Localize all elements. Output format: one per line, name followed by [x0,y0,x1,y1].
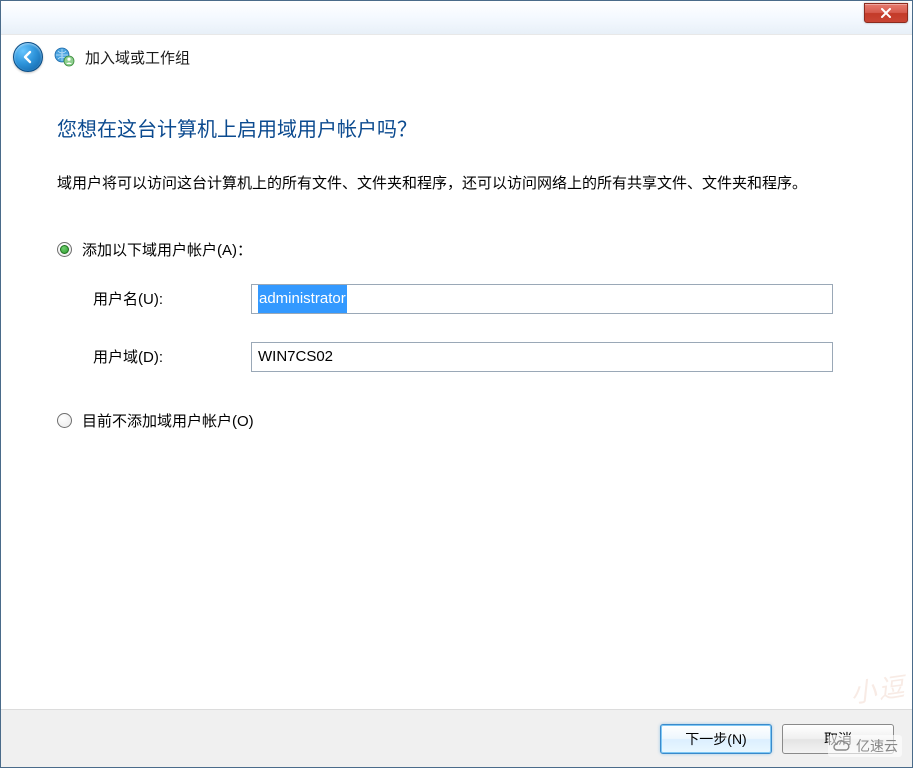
domain-network-icon [53,46,75,68]
back-button[interactable] [13,42,43,72]
close-button[interactable] [864,3,908,23]
header-title: 加入域或工作组 [85,47,190,68]
radio-label: 添加以下域用户帐户(A)： [82,239,252,260]
radio-icon [57,413,72,428]
radio-icon [57,242,72,257]
cancel-button[interactable]: 取消 [782,724,894,754]
title-bar [1,1,912,35]
label-username: 用户名(U): [93,288,251,309]
row-domain: 用户域(D): WIN7CS02 [57,342,856,372]
row-username: 用户名(U): administrator [57,284,856,314]
wizard-window: 加入域或工作组 您想在这台计算机上启用域用户帐户吗？ 域用户将可以访问这台计算机… [0,0,913,768]
next-button[interactable]: 下一步(N) [660,724,772,754]
radio-label: 目前不添加域用户帐户(O) [82,410,254,431]
footer: 下一步(N) 取消 [1,709,912,767]
input-username-value: administrator [258,285,347,313]
input-domain[interactable]: WIN7CS02 [251,342,833,372]
back-arrow-icon [20,49,36,65]
radio-skip-domain-user[interactable]: 目前不添加域用户帐户(O) [57,410,856,431]
radio-add-domain-user[interactable]: 添加以下域用户帐户(A)： [57,239,856,260]
input-username[interactable]: administrator [251,284,833,314]
header: 加入域或工作组 [1,35,912,79]
label-domain: 用户域(D): [93,346,251,367]
content: 您想在这台计算机上启用域用户帐户吗？ 域用户将可以访问这台计算机上的所有文件、文… [1,79,912,709]
page-heading: 您想在这台计算机上启用域用户帐户吗？ [57,113,856,142]
page-description: 域用户将可以访问这台计算机上的所有文件、文件夹和程序，还可以访问网络上的所有共享… [57,170,856,199]
close-icon [880,8,892,18]
input-domain-value: WIN7CS02 [258,348,333,365]
